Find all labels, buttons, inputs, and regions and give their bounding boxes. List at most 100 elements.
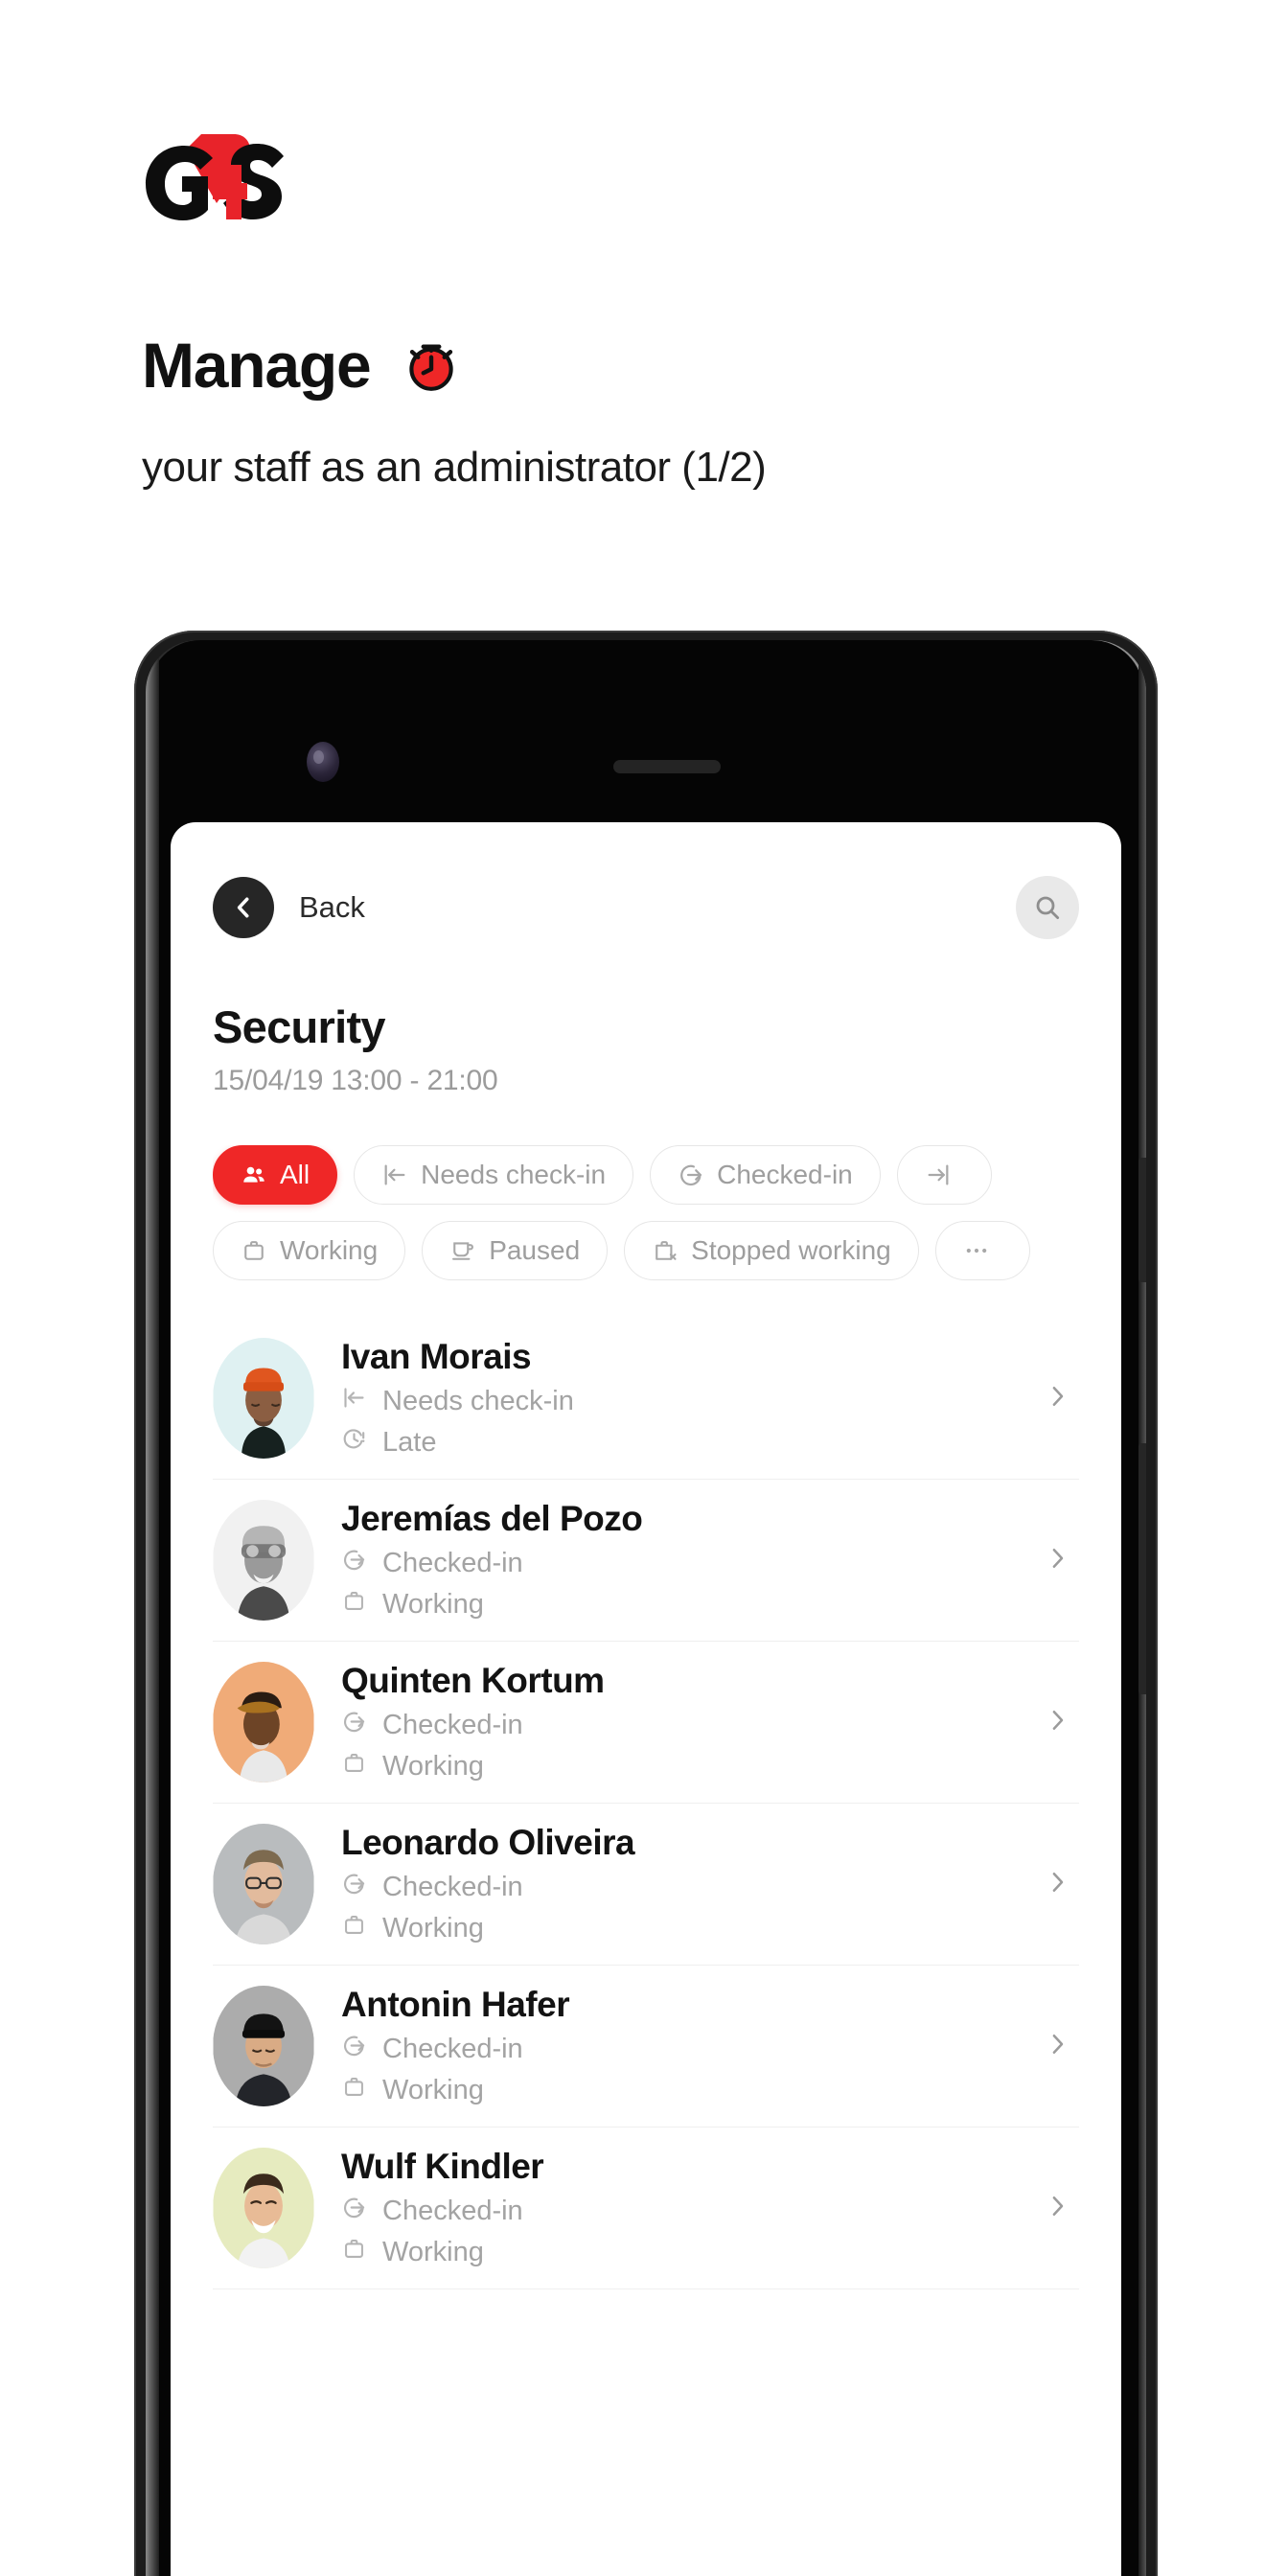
filter-chip-all[interactable]: All [213, 1145, 338, 1205]
table-row[interactable]: Leonardo Oliveira Checked-in Working [213, 1804, 1079, 1966]
avatar [213, 1500, 314, 1621]
front-camera-icon [307, 742, 339, 782]
staff-info: Quinten Kortum Checked-in Working [341, 1661, 1016, 1783]
back-button[interactable]: Back [213, 877, 365, 938]
table-row[interactable]: Antonin Hafer Checked-in Working [213, 1966, 1079, 2128]
filter-chips: All Needs check-in Checked-in Working Pa… [213, 1145, 1079, 1297]
staff-status: Working [341, 2074, 1016, 2107]
bezel-highlight-left [146, 640, 159, 2576]
filter-chip-needs-check-in[interactable]: Needs check-in [354, 1145, 634, 1205]
staff-status: Late [341, 1426, 1016, 1460]
filter-chip-working[interactable]: Working [213, 1221, 406, 1280]
avatar [213, 1986, 314, 2106]
filter-chip-stopped-working[interactable]: Stopped working [624, 1221, 919, 1280]
search-icon[interactable] [1016, 876, 1079, 939]
chevron-right-icon[interactable] [1043, 2030, 1079, 2063]
briefcase-icon [341, 2236, 367, 2269]
chevron-right-icon[interactable] [1043, 1544, 1079, 1577]
chevron-left-icon[interactable] [213, 877, 274, 938]
filter-chip-label: Paused [489, 1235, 581, 1265]
staff-name: Leonardo Oliveira [341, 1823, 635, 1862]
staff-status: Working [341, 1750, 1016, 1783]
filter-chip-checked-out[interactable] [896, 1145, 992, 1205]
filter-chip-label: All [280, 1160, 310, 1189]
briefcase-icon [341, 2074, 367, 2107]
phone-screen: Back Security 15/04/19 13:00 - 21:00 All… [171, 822, 1121, 2576]
staff-status: Checked-in [341, 2195, 1016, 2228]
staff-status: Needs check-in [341, 1385, 1016, 1418]
filter-chip-paused[interactable]: Paused [422, 1221, 609, 1280]
promo-headline-row: Manage [142, 334, 463, 397]
phone-bezel: Back Security 15/04/19 13:00 - 21:00 All… [146, 640, 1146, 2576]
staff-name: Wulf Kindler [341, 2147, 544, 2186]
staff-info: Leonardo Oliveira Checked-in Working [341, 1823, 1016, 1945]
back-label: Back [299, 890, 365, 924]
staff-info: Antonin Hafer Checked-in Working [341, 1985, 1016, 2107]
checked-in-icon [678, 1162, 704, 1188]
staff-status: Working [341, 1912, 1016, 1945]
filter-chip-row-2: Working Paused Stopped working [213, 1221, 1079, 1280]
staff-info: Ivan Morais Needs check-in Late [341, 1337, 1016, 1460]
briefcase-icon [341, 1588, 367, 1622]
staff-status: Checked-in [341, 1547, 1016, 1580]
status-label: Working [382, 1913, 484, 1944]
avatar [213, 1662, 314, 1782]
staff-name: Jeremías del Pozo [341, 1499, 643, 1538]
staff-status: Checked-in [341, 1709, 1016, 1742]
status-label: Working [382, 1751, 484, 1782]
people-icon [241, 1162, 267, 1188]
staff-status: Working [341, 2236, 1016, 2269]
table-row[interactable]: Jeremías del Pozo Checked-in Working [213, 1480, 1079, 1642]
status-label: Checked-in [382, 2196, 523, 2226]
status-label: Checked-in [382, 1710, 523, 1740]
status-label: Checked-in [382, 1548, 523, 1578]
briefcase-icon [341, 1912, 367, 1945]
status-label: Needs check-in [382, 1386, 574, 1416]
status-label: Checked-in [382, 2034, 523, 2064]
filter-chip-checked-in[interactable]: Checked-in [650, 1145, 881, 1205]
checked-in-icon [341, 2195, 367, 2228]
earpiece-speaker [613, 760, 721, 773]
promo-page: Manage your staff as an administrator (1… [0, 0, 1288, 2576]
table-row[interactable]: Quinten Kortum Checked-in Working [213, 1642, 1079, 1804]
chevron-right-icon[interactable] [1043, 2192, 1079, 2225]
filter-chip-row-1: All Needs check-in Checked-in [213, 1145, 1079, 1205]
app-topbar: Back [213, 822, 1079, 939]
staff-status: Checked-in [341, 2033, 1016, 2066]
staff-name: Antonin Hafer [341, 1985, 570, 2024]
avatar [213, 1338, 314, 1459]
more-icon [963, 1237, 990, 1264]
checked-in-icon [341, 2033, 367, 2066]
filter-chip-more[interactable] [934, 1221, 1030, 1280]
filter-chip-label: Needs check-in [421, 1160, 607, 1189]
staff-name: Quinten Kortum [341, 1661, 605, 1700]
status-label: Late [382, 1427, 437, 1458]
status-label: Checked-in [382, 1872, 523, 1902]
checked-in-icon [341, 1709, 367, 1742]
checked-in-icon [341, 1547, 367, 1580]
chevron-right-icon[interactable] [1043, 1382, 1079, 1415]
phone-mockup: Back Security 15/04/19 13:00 - 21:00 All… [134, 631, 1158, 2576]
page-title: Manage [142, 330, 372, 401]
power-button[interactable] [1138, 1443, 1146, 1694]
staff-status: Working [341, 1588, 1016, 1622]
staff-info: Wulf Kindler Checked-in Working [341, 2147, 1016, 2269]
chevron-right-icon[interactable] [1043, 1868, 1079, 1901]
g4s-logo [142, 130, 324, 224]
check-in-needed-icon [381, 1162, 408, 1188]
staff-info: Jeremías del Pozo Checked-in Working [341, 1499, 1016, 1622]
alarm-clock-icon [400, 334, 463, 397]
page-subtitle: your staff as an administrator (1/2) [142, 444, 767, 491]
chevron-right-icon[interactable] [1043, 1706, 1079, 1739]
status-label: Working [382, 2075, 484, 2105]
staff-list: Ivan Morais Needs check-in Late Jeremías… [213, 1318, 1079, 2289]
table-row[interactable]: Ivan Morais Needs check-in Late [213, 1318, 1079, 1480]
table-row[interactable]: Wulf Kindler Checked-in Working [213, 2128, 1079, 2289]
staff-status: Checked-in [341, 1871, 1016, 1904]
status-label: Working [382, 1589, 484, 1620]
check-in-needed-icon [341, 1385, 367, 1418]
filter-chip-label: Checked-in [717, 1160, 853, 1189]
volume-button[interactable] [1138, 1158, 1146, 1282]
shift-title: Security [213, 1001, 386, 1052]
checked-in-icon [341, 1871, 367, 1904]
